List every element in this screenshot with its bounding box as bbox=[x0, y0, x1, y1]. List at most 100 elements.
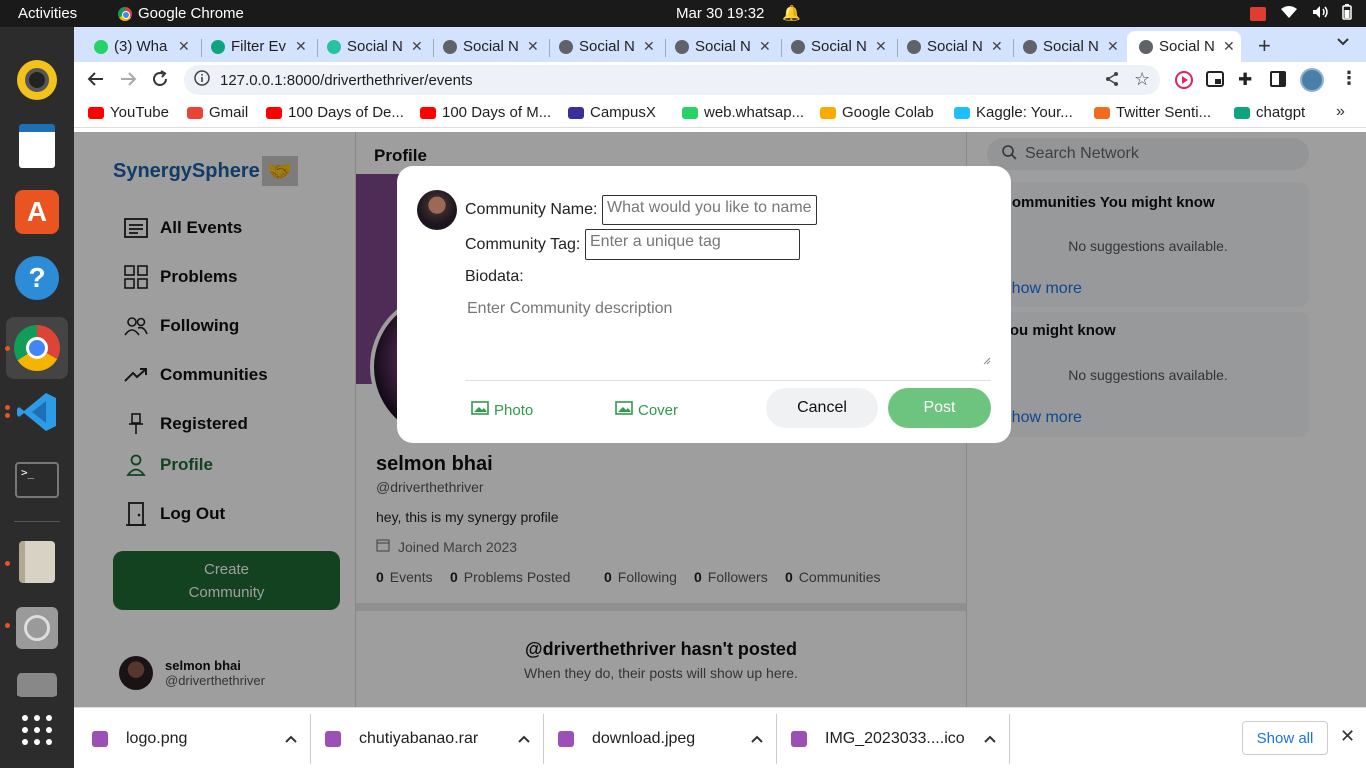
extensions-puzzle-icon[interactable]: ✚ bbox=[1238, 70, 1252, 90]
vscode-icon[interactable] bbox=[14, 389, 60, 435]
close-tab-icon[interactable]: ✕ bbox=[643, 38, 655, 55]
side-panel-icon[interactable] bbox=[1270, 71, 1286, 92]
back-arrow-icon[interactable] bbox=[86, 69, 106, 94]
chrome-menu-icon[interactable]: ⋮ bbox=[1340, 68, 1358, 89]
browser-tab[interactable]: Filter Ev ✕ bbox=[203, 31, 319, 62]
community-name-label: Community Name: bbox=[465, 201, 598, 218]
post-button[interactable]: Post bbox=[888, 388, 991, 428]
download-item[interactable]: chutiyabanao.rar bbox=[325, 708, 530, 769]
browser-tab[interactable]: Social N ✕ bbox=[783, 31, 899, 62]
create-community-modal: Community Name: What would you like to n… bbox=[397, 166, 1011, 443]
tab-search-icon[interactable] bbox=[1336, 35, 1350, 54]
site-info-icon[interactable] bbox=[194, 70, 210, 90]
bookmark-item[interactable]: web.whatsap... bbox=[682, 104, 804, 121]
tab-separator bbox=[897, 39, 898, 57]
navigation-bar: 127.0.0.1:8000/driverthethriver/events ☆… bbox=[74, 62, 1366, 98]
browser-tab[interactable]: Social N ✕ bbox=[435, 31, 551, 62]
tab-strip: (3) Wha ✕ Filter Ev ✕ Social N ✕ Social N ✕ Soci… bbox=[74, 27, 1366, 62]
chevron-up-icon[interactable] bbox=[984, 730, 996, 748]
tab-title: Social N bbox=[347, 38, 403, 55]
chevron-up-icon[interactable] bbox=[285, 730, 297, 748]
close-tab-icon[interactable]: ✕ bbox=[759, 38, 771, 55]
app-menu[interactable]: Google Chrome bbox=[118, 5, 244, 22]
reload-icon[interactable] bbox=[150, 69, 170, 94]
download-item[interactable]: logo.png bbox=[92, 708, 297, 769]
close-tab-icon[interactable]: ✕ bbox=[1107, 38, 1119, 55]
description-textarea[interactable]: Enter Community description bbox=[465, 294, 991, 372]
activities-button[interactable]: Activities bbox=[18, 5, 77, 22]
browser-tab[interactable]: Social N ✕ bbox=[319, 31, 435, 62]
running-indicator bbox=[5, 346, 10, 351]
profile-avatar-icon[interactable] bbox=[1300, 68, 1324, 92]
close-tab-icon[interactable]: ✕ bbox=[991, 38, 1003, 55]
help-icon[interactable]: ? bbox=[14, 255, 60, 301]
add-cover-button[interactable]: Cover bbox=[615, 400, 678, 420]
system-tray[interactable] bbox=[1250, 4, 1352, 23]
download-item[interactable]: download.jpeg bbox=[558, 708, 763, 769]
show-apps-icon[interactable] bbox=[14, 707, 60, 753]
share-icon[interactable] bbox=[1104, 71, 1120, 91]
bookmark-item[interactable]: Gmail bbox=[187, 104, 248, 121]
dock: A ? >_ bbox=[0, 27, 74, 768]
chevron-up-icon[interactable] bbox=[751, 730, 763, 748]
bookmark-item[interactable]: Twitter Senti... bbox=[1094, 104, 1211, 121]
disc-icon[interactable] bbox=[14, 605, 60, 651]
writer-icon[interactable] bbox=[14, 123, 60, 169]
address-bar[interactable]: 127.0.0.1:8000/driverthethriver/events ☆ bbox=[184, 65, 1160, 95]
browser-tab[interactable]: Social N ✕ bbox=[1127, 31, 1241, 62]
globe-icon bbox=[791, 39, 805, 54]
terminal-icon[interactable]: >_ bbox=[14, 457, 60, 503]
bookmark-item[interactable]: Google Colab bbox=[820, 104, 934, 121]
extension-record-icon[interactable] bbox=[1174, 70, 1194, 95]
community-tag-input[interactable]: Enter a unique tag bbox=[585, 229, 800, 260]
bookmark-item[interactable]: Kaggle: Your... bbox=[954, 104, 1073, 121]
bookmark-item[interactable]: 100 Days of M... bbox=[420, 104, 551, 121]
browser-tab[interactable]: Social N ✕ bbox=[667, 31, 783, 62]
bookmark-label: CampusX bbox=[590, 104, 656, 121]
download-item[interactable]: IMG_2023033....ico bbox=[791, 708, 996, 769]
bookmark-favicon-icon bbox=[1094, 106, 1110, 119]
globe-icon bbox=[1023, 39, 1037, 54]
bookmark-label: Kaggle: Your... bbox=[976, 104, 1073, 121]
close-tab-icon[interactable]: ✕ bbox=[295, 38, 307, 55]
file-image-icon bbox=[558, 730, 574, 747]
bookmark-item[interactable]: CampusX bbox=[568, 104, 656, 121]
bookmark-item[interactable]: YouTube bbox=[88, 104, 169, 121]
more-bookmarks-icon[interactable]: » bbox=[1336, 103, 1345, 121]
bookmark-item[interactable]: chatgpt bbox=[1234, 104, 1305, 121]
close-downloads-icon[interactable]: ✕ bbox=[1340, 726, 1355, 747]
browser-tab[interactable]: Social N ✕ bbox=[1015, 31, 1131, 62]
download-filename: IMG_2023033....ico bbox=[825, 729, 965, 747]
browser-tab[interactable]: (3) Wha ✕ bbox=[86, 31, 202, 62]
bookmark-favicon-icon bbox=[682, 106, 698, 119]
close-tab-icon[interactable]: ✕ bbox=[527, 38, 539, 55]
browser-tab[interactable]: Social N ✕ bbox=[551, 31, 667, 62]
clock[interactable]: Mar 30 19:32 bbox=[676, 5, 764, 22]
bookmark-star-icon[interactable]: ☆ bbox=[1134, 69, 1150, 90]
app-center-icon[interactable]: A bbox=[14, 189, 60, 235]
cancel-button[interactable]: Cancel bbox=[766, 388, 878, 428]
close-tab-icon[interactable]: ✕ bbox=[411, 38, 423, 55]
add-photo-button[interactable]: Photo bbox=[471, 400, 533, 420]
drive-icon[interactable] bbox=[14, 673, 60, 697]
close-tab-icon[interactable]: ✕ bbox=[875, 38, 887, 55]
community-name-input[interactable]: What would you like to name bbox=[602, 195, 817, 225]
rhythmbox-icon[interactable] bbox=[14, 57, 60, 103]
show-all-button[interactable]: Show all bbox=[1242, 721, 1328, 755]
picture-in-picture-icon[interactable] bbox=[1206, 71, 1224, 92]
download-separator bbox=[776, 714, 777, 764]
chevron-up-icon[interactable] bbox=[518, 730, 530, 748]
browser-tab[interactable]: Social N ✕ bbox=[899, 31, 1015, 62]
close-tab-icon[interactable]: ✕ bbox=[178, 38, 190, 55]
archive-icon[interactable] bbox=[14, 539, 60, 585]
resize-handle-icon[interactable] bbox=[983, 352, 991, 370]
new-tab-button[interactable]: + bbox=[1258, 33, 1271, 59]
forward-arrow-icon[interactable] bbox=[118, 69, 138, 94]
close-tab-icon[interactable]: ✕ bbox=[1223, 38, 1235, 55]
bookmark-label: Twitter Senti... bbox=[1116, 104, 1212, 121]
bookmark-favicon-icon bbox=[954, 106, 970, 119]
tab-title: Social N bbox=[1159, 38, 1215, 55]
file-image-icon bbox=[791, 730, 807, 747]
bookmark-item[interactable]: 100 Days of De... bbox=[266, 104, 404, 121]
chrome-dock-icon[interactable] bbox=[6, 317, 68, 379]
